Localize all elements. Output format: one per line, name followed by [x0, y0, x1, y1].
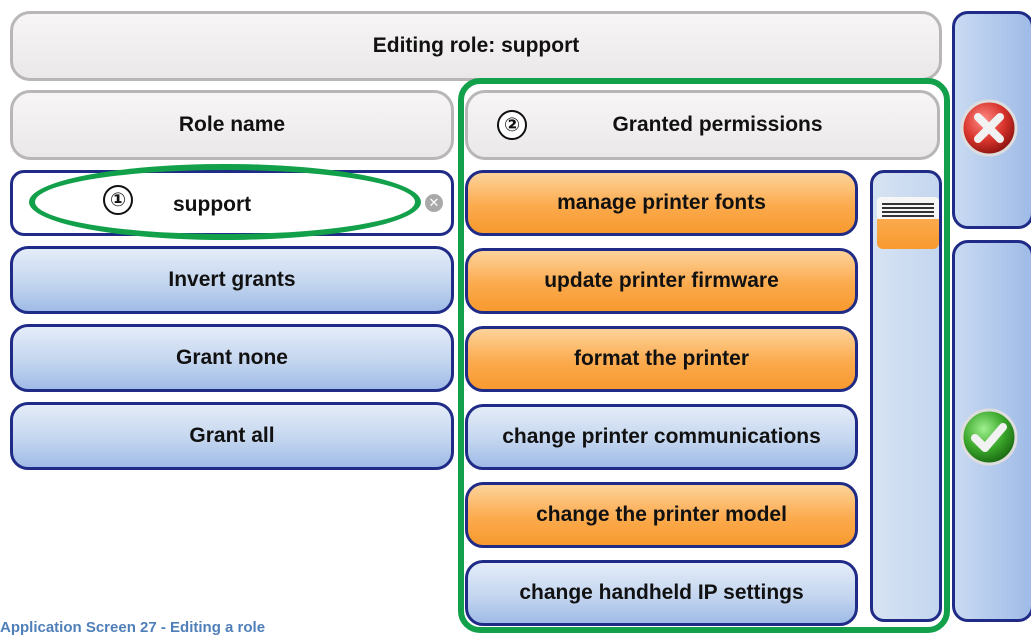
callout-2: ②	[497, 110, 527, 140]
confirm-button[interactable]	[952, 240, 1031, 622]
page-title-text: Editing role: support	[372, 34, 580, 57]
granted-permissions-header: Granted permissions	[465, 90, 940, 160]
scrollbar-thumb[interactable]	[877, 197, 939, 249]
clear-input-icon[interactable]: ✕	[425, 194, 443, 212]
invert-grants-button[interactable]: Invert grants	[10, 246, 454, 314]
figure-caption: Application Screen 27 - Editing a role	[0, 619, 266, 636]
permission-item[interactable]: update printer firmware	[465, 248, 858, 314]
permission-item[interactable]: manage printer fonts	[465, 170, 858, 236]
green-check-icon	[960, 408, 1018, 466]
role-name-label-text: Role name	[178, 113, 286, 136]
grant-none-button[interactable]: Grant none	[10, 324, 454, 392]
role-name-label: Role name	[10, 90, 454, 160]
permission-item[interactable]: change printer communications	[465, 404, 858, 470]
page-title: Editing role: support	[10, 11, 942, 81]
grant-all-button[interactable]: Grant all	[10, 402, 454, 470]
permission-item[interactable]: format the printer	[465, 326, 858, 392]
permission-item[interactable]: change handheld IP settings	[465, 560, 858, 626]
callout-1: ①	[103, 185, 133, 215]
permissions-scrollbar[interactable]	[870, 170, 942, 622]
cancel-button[interactable]	[952, 11, 1031, 229]
permission-item[interactable]: change the printer model	[465, 482, 858, 548]
role-name-input[interactable]: support ✕	[10, 170, 454, 236]
red-x-icon	[960, 99, 1018, 157]
granted-permissions-title: Granted permissions	[612, 113, 823, 136]
role-name-value: support	[173, 193, 252, 216]
